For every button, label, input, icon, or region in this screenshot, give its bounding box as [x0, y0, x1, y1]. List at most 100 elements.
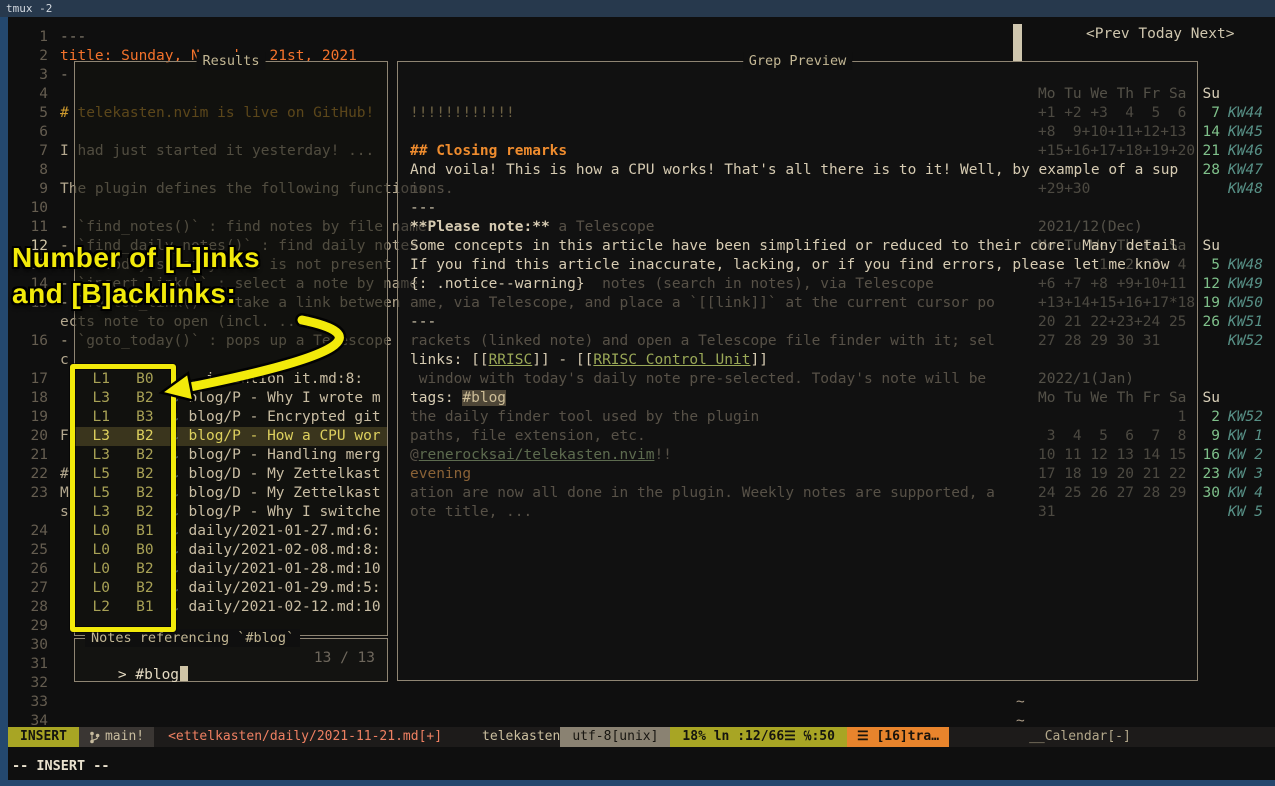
calendar-week-number: KW51: [1228, 313, 1263, 332]
git-branch-segment: main!: [79, 727, 154, 747]
calendar-today-button[interactable]: Today: [1138, 26, 1182, 42]
calendar-buffer-segment: __Calendar[-]: [949, 727, 1275, 747]
preview-text: ---: [410, 200, 436, 216]
preview-text: a Telescope: [550, 219, 655, 235]
calendar-prev-button[interactable]: <Prev: [1086, 26, 1130, 42]
result-name: daily/2021-02-12.md:10: [180, 599, 381, 615]
prompt-window: Notes referencing `#blog` > #blog 13 / 1…: [74, 638, 388, 682]
result-name: blog/P - Handling merg: [180, 447, 381, 463]
pane-separator: [1013, 24, 1022, 62]
preview-line: Some concepts in this article have been …: [410, 237, 1195, 256]
empty-line-tilde: ~: [1016, 693, 1025, 712]
preview-line: **Please note:** a Telescope: [410, 218, 1195, 237]
preview-text: If you find this article inaccurate, lac…: [410, 257, 1170, 273]
preview-text: @: [410, 447, 419, 463]
terminal-bottom-border: [0, 780, 1275, 786]
preview-text: ]] - [[: [532, 352, 593, 368]
calendar-week-number: KW45: [1228, 123, 1263, 142]
calendar-week-number: KW 2: [1228, 446, 1263, 465]
result-name: blog/D - My Zettelkast: [180, 485, 381, 501]
statusline: INSERT main! <ettelkasten/daily/2021-11-…: [8, 727, 1275, 747]
text-cursor: [180, 666, 188, 681]
tmux-titlebar: tmux -2: [0, 0, 1275, 17]
terminal-left-border: [0, 17, 8, 786]
calendar-next-button[interactable]: Next>: [1191, 26, 1235, 42]
preview-line: ---: [410, 199, 1195, 218]
calendar-week-number: KW 5: [1228, 503, 1263, 522]
preview-line: the daily finder tool used by the plugin: [410, 408, 1195, 427]
calendar-week-number: KW47: [1228, 161, 1263, 180]
preview-text: And voila! This is how a CPU works! That…: [410, 162, 1178, 178]
preview-text: paths, file extension, etc.: [410, 428, 646, 444]
result-name: blog/P - Why I switche: [180, 504, 381, 520]
calendar-week-number: KW48: [1228, 180, 1263, 199]
preview-line: @renerocksai/telekasten.nvim!!: [410, 446, 1195, 465]
calendar-week-number: KW52: [1228, 332, 1263, 351]
preview-text: !!!!!!!!!!!!: [410, 105, 515, 121]
preview-line: window with today's daily note pre-selec…: [410, 370, 1195, 389]
preview-line: evening: [410, 465, 1195, 484]
preview-text: ote title, ...: [410, 504, 532, 520]
preview-text: ]]: [750, 352, 767, 368]
result-name: daily/2021-01-29.md:5:: [180, 580, 381, 596]
preview-line: paths, file extension, etc.: [410, 427, 1195, 446]
note-link: renerocksai/telekasten.nvim: [419, 447, 655, 463]
grep-preview-window: Grep Preview !!!!!!!!!!!!## Closing rema…: [397, 61, 1198, 681]
result-name: daily/2021-01-28.md:10: [180, 561, 381, 577]
preview-text: !!: [654, 447, 671, 463]
preview-text: **Please note:**: [410, 219, 550, 235]
preview-line: links: [[RRISC]] - [[RRISC Control Unit]…: [410, 351, 1195, 370]
preview-text: evening: [410, 466, 471, 482]
calendar-week-number: KW46: [1228, 142, 1263, 161]
calendar-week-number: KW 4: [1228, 484, 1263, 503]
calendar-week-number: KW44: [1228, 104, 1263, 123]
prompt-input[interactable]: > #blog 13 / 13: [83, 650, 379, 715]
preview-line: ## Closing remarks: [410, 142, 1195, 161]
tmux-title-text: tmux -2: [6, 2, 52, 15]
calendar-week-number: KW48: [1228, 256, 1263, 275]
filename-segment: <ettelkasten/daily/2021-11-21.md[+]: [154, 727, 456, 747]
annotation-text-line1: Number of [L]inks: [12, 242, 260, 274]
note-link[interactable]: RRISC Control Unit: [593, 352, 750, 368]
annotation-text-line2: and [B]acklinks:: [12, 278, 236, 310]
preview-line: rackets (linked note) and open a Telesco…: [410, 332, 1195, 351]
preview-line: ions.: [410, 180, 1195, 199]
preview-text: Some concepts in this article have been …: [410, 238, 1178, 254]
calendar-week-number: KW50: [1228, 294, 1263, 313]
preview-text: {: .notice--warning}: [410, 276, 585, 292]
preview-text: ---: [410, 314, 436, 330]
preview-text: ame, via Telescope, and place a `[[link]…: [410, 295, 995, 311]
preview-text: the daily finder tool used by the plugin: [410, 409, 759, 425]
result-name: daily/2021-01-27.md:6:: [180, 523, 381, 539]
mode-indicator: INSERT: [8, 727, 79, 747]
git-branch-label: main!: [105, 727, 144, 747]
calendar-nav: <Prev Today Next>: [1086, 26, 1234, 42]
preview-line: ---: [410, 313, 1195, 332]
preview-content: !!!!!!!!!!!! ## Closing remarksAnd voila!…: [398, 62, 1197, 680]
insert-mode-message: -- INSERT --: [12, 758, 110, 774]
preview-text: links: [[: [410, 352, 489, 368]
git-branch-icon: [89, 731, 100, 744]
preview-line: If you find this article inaccurate, lac…: [410, 256, 1195, 275]
preview-line: ation are now all done in the plugin. We…: [410, 484, 1195, 503]
result-name: blog/P - Encrypted git: [180, 409, 381, 425]
preview-line: {: .notice--warning} notes (search in no…: [410, 275, 1195, 294]
result-count: 13 / 13: [314, 650, 375, 666]
preview-text: ions.: [410, 181, 454, 197]
preview-text: notes (search in notes), via Telescope: [585, 276, 934, 292]
preview-line: And voila! This is how a CPU works! That…: [410, 161, 1195, 180]
plugin-name-segment: telekasten: [456, 727, 560, 747]
preview-line: ote title, ...: [410, 503, 1195, 522]
preview-text: ation are now all done in the plugin. We…: [410, 485, 995, 501]
buffer-count-segment: ☰ [16]tra…: [847, 727, 949, 747]
calendar-week-number: KW 1: [1228, 427, 1263, 446]
prompt-prefix: >: [118, 667, 135, 683]
cursor-position-segment: 18% ln :12/66☰ ℅:50: [670, 727, 847, 747]
note-link[interactable]: RRISC: [489, 352, 533, 368]
preview-text: tags:: [410, 390, 462, 406]
preview-line: tags: #blog: [410, 389, 1195, 408]
preview-line: ame, via Telescope, and place a `[[link]…: [410, 294, 1195, 313]
calendar-week-number: KW 3: [1228, 465, 1263, 484]
tag-chip: #blog: [462, 390, 506, 406]
preview-text: window with today's daily note pre-selec…: [410, 371, 986, 387]
